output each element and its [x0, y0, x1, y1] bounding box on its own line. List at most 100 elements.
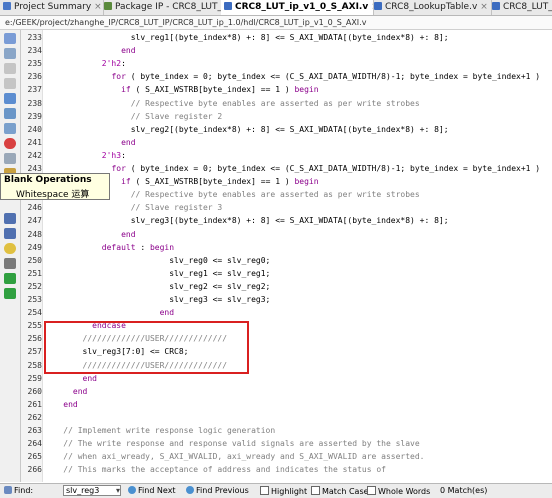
find-icon — [4, 486, 12, 494]
code-line: end — [72, 386, 88, 396]
whole-words-checkbox[interactable] — [367, 486, 376, 495]
line-number: 238 — [27, 98, 42, 108]
code-line: end — [121, 137, 136, 147]
line-number: 266 — [27, 465, 42, 475]
code-line: end — [121, 229, 136, 239]
line-number: 262 — [27, 412, 42, 422]
code-line: if ( S_AXI_WSTRB[byte_index] == 1 ) begi… — [121, 85, 319, 95]
code-line: slv_reg1[(byte_index*8) +: 8] <= S_AXI_W… — [44, 33, 449, 42]
line-number: 249 — [27, 242, 42, 252]
find-next-icon — [128, 486, 136, 494]
match-case-checkbox[interactable] — [311, 486, 320, 495]
package-icon — [104, 2, 112, 10]
line-number: 241 — [27, 137, 42, 147]
find-bar: Find: slv_reg3 ▾ Find Next Find Previous… — [0, 483, 552, 498]
code-line: end — [82, 373, 97, 383]
code-line: // This marks the acceptance of address … — [44, 465, 386, 475]
code-line: slv_reg2[(byte_index*8) +: 8] <= S_AXI_W… — [44, 124, 449, 134]
insert-template-icon[interactable] — [4, 243, 16, 254]
redo-icon[interactable] — [4, 78, 16, 89]
verilog-file-icon — [374, 2, 382, 10]
find-input[interactable]: slv_reg3 — [63, 485, 121, 496]
line-number: 235 — [27, 59, 42, 69]
blank-operations-tooltip: Blank Operations Whitespace 运算 — [0, 173, 110, 200]
line-number: 246 — [27, 203, 42, 213]
code-line: // The write response and response valid… — [44, 439, 420, 449]
line-number: 237 — [27, 85, 42, 95]
code-line: // Respective byte enables are asserted … — [44, 98, 420, 108]
comment-icon[interactable] — [4, 153, 16, 164]
code-line: // Implement write response logic genera… — [44, 426, 276, 435]
code-line: end — [159, 308, 175, 318]
toggle-bookmark-icon[interactable] — [4, 228, 16, 239]
code-line: for ( byte_index = 0; byte_index <= (C_S… — [111, 72, 541, 82]
goto-line-icon[interactable] — [4, 213, 16, 224]
highlight-toggle[interactable]: Highlight — [260, 486, 307, 497]
summary-icon — [3, 2, 11, 10]
line-number: 261 — [27, 399, 42, 409]
paste-icon[interactable] — [4, 108, 16, 119]
delete-icon[interactable] — [4, 138, 16, 149]
tab-project-summary[interactable]: Project Summary × — [0, 0, 104, 15]
line-number-gutter: 2332342352362372382392402412422432442452… — [21, 30, 43, 482]
find-icon[interactable] — [4, 123, 16, 134]
line-number: 259 — [27, 373, 42, 383]
code-line: 2'h3: — [101, 150, 126, 160]
whole-words-toggle[interactable]: Whole Words — [367, 486, 430, 497]
match-count: 0 Match(es) — [440, 486, 488, 495]
line-number: 252 — [27, 281, 42, 291]
tab-package-ip[interactable]: Package IP - CRC8_LUT_ip× — [101, 0, 224, 15]
highlight-checkbox[interactable] — [260, 486, 269, 495]
cut-icon[interactable] — [4, 93, 16, 104]
line-number: 251 — [27, 268, 42, 278]
line-number: 255 — [27, 321, 42, 331]
code-line: slv_reg3 <= slv_reg3; — [44, 295, 271, 304]
line-number: 263 — [27, 426, 42, 435]
indent-icon[interactable] — [4, 258, 16, 269]
verilog-file-icon — [224, 2, 232, 10]
tab-crc8-lookuptable[interactable]: CRC8_LookupTable.v × — [371, 0, 492, 15]
editor-side-toolbar — [0, 30, 21, 482]
line-number: 256 — [27, 334, 42, 344]
move-down-icon[interactable] — [4, 288, 16, 299]
editor-tab-bar: Project Summary × Package IP - CRC8_LUT_i… — [0, 0, 552, 16]
line-number: 257 — [27, 347, 42, 357]
line-number: 253 — [27, 295, 42, 304]
line-number: 264 — [27, 439, 42, 449]
line-number: 239 — [27, 111, 42, 121]
find-label: Find: — [4, 486, 33, 496]
tooltip-title: Blank Operations — [4, 175, 92, 185]
line-number: 236 — [27, 72, 42, 82]
code-line: end — [63, 399, 78, 409]
find-next-button[interactable]: Find Next — [128, 486, 176, 496]
code-editor[interactable]: slv_reg1[(byte_index*8) +: 8] <= S_AXI_W… — [44, 30, 552, 482]
line-number: 250 — [27, 255, 42, 265]
find-previous-button[interactable]: Find Previous — [186, 486, 249, 496]
code-line: // Slave register 3 — [44, 203, 223, 213]
line-number: 233 — [27, 33, 42, 42]
tab-crc8-lut-s-axi[interactable]: CRC8_LUT_ip_v1_0_S_AXI.v× — [221, 0, 374, 15]
code-line: slv_reg0 <= slv_reg0; — [44, 255, 271, 265]
move-up-icon[interactable] — [4, 273, 16, 284]
tooltip-description: Whitespace 运算 — [16, 190, 90, 200]
line-number: 260 — [27, 386, 42, 396]
line-number: 258 — [27, 360, 42, 370]
code-line: 2'h2: — [101, 59, 126, 69]
line-number: 240 — [27, 124, 42, 134]
code-line: // Slave register 2 — [44, 111, 223, 121]
save-icon[interactable] — [4, 33, 16, 44]
match-case-toggle[interactable]: Match Case — [311, 486, 369, 497]
code-line: default : begin — [101, 242, 175, 252]
code-line: slv_reg2 <= slv_reg2; — [44, 281, 271, 291]
code-line: // when axi_wready, S_AXI_WVALID, axi_wr… — [44, 452, 425, 462]
line-number: 265 — [27, 452, 42, 462]
chevron-down-icon[interactable]: ▾ — [116, 486, 120, 496]
close-icon[interactable]: × — [480, 2, 488, 12]
code-line: slv_reg3[(byte_index*8) +: 8] <= S_AXI_W… — [44, 216, 449, 226]
undo-icon[interactable] — [4, 63, 16, 74]
verilog-file-icon — [492, 2, 500, 10]
line-number: 254 — [27, 308, 42, 318]
line-number: 242 — [27, 150, 42, 160]
copy-icon[interactable] — [4, 48, 16, 59]
tab-crc8-lut-ip[interactable]: CRC8_LUT_i — [489, 0, 552, 15]
